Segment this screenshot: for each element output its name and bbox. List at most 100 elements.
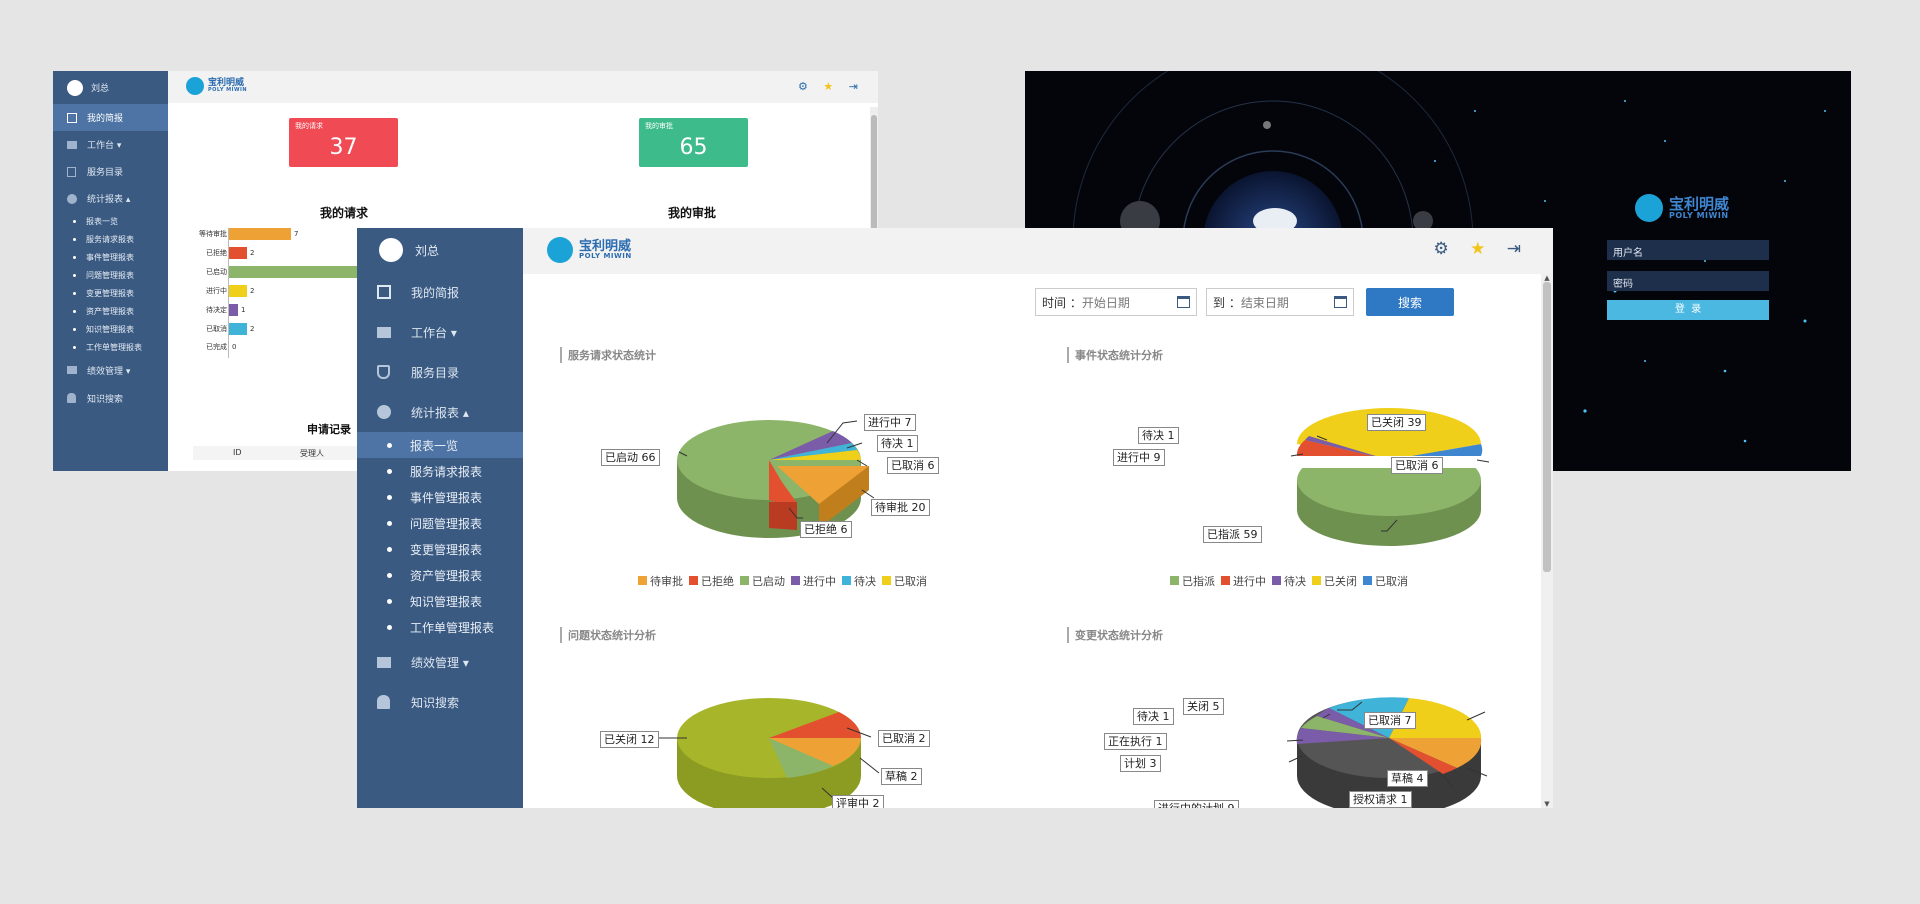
legend-item[interactable]: 进行中 <box>791 573 836 589</box>
bullet-icon <box>73 291 76 295</box>
legend-swatch <box>1363 576 1372 585</box>
bell-icon <box>67 393 76 403</box>
legend-item[interactable]: 进行中 <box>1221 573 1266 589</box>
pie-label: 已取消 2 <box>878 730 930 747</box>
bar-label: 进行中 <box>206 287 227 295</box>
bullet-icon <box>73 255 76 259</box>
bullet-icon <box>73 327 76 331</box>
legend-label: 进行中 <box>1233 575 1266 588</box>
bg-submenu-label: 报表一览 <box>86 216 118 226</box>
bg-menu-stats[interactable]: 统计报表 ▴ <box>53 185 168 212</box>
legend-label: 待决 <box>1284 575 1306 588</box>
legend-label: 进行中 <box>803 575 836 588</box>
bar-value: 1 <box>241 306 246 314</box>
legend-swatch <box>638 576 647 585</box>
bg-menu-label: 工作台 ▾ <box>87 141 122 151</box>
bar-row: 已取消 2 <box>173 323 254 335</box>
bullet-icon <box>73 345 76 349</box>
card-value: 65 <box>679 135 708 160</box>
bar-label: 已拒绝 <box>206 249 227 257</box>
legend-swatch <box>1221 576 1230 585</box>
username-input[interactable]: 用户名 <box>1607 240 1769 260</box>
bg-menu-catalog[interactable]: 服务目录 <box>53 158 168 185</box>
scroll-up-arrow[interactable]: ▲ <box>1541 274 1553 282</box>
report-icon <box>67 112 77 123</box>
legend-item[interactable]: 已指派 <box>1170 573 1215 589</box>
layers-icon <box>67 366 77 374</box>
pie-label: 进行中 7 <box>864 414 916 431</box>
scroll-thumb[interactable] <box>1543 282 1551 572</box>
legend-label: 已取消 <box>894 575 927 588</box>
bar-label: 已启动 <box>206 268 227 276</box>
pie-label: 已取消 7 <box>1364 712 1416 729</box>
legend-item[interactable]: 待决 <box>842 573 876 589</box>
pie-label: 已取消 6 <box>1391 457 1443 474</box>
bg-submenu-item[interactable]: 事件管理报表 <box>53 248 168 266</box>
bg-submenu-item[interactable]: 资产管理报表 <box>53 302 168 320</box>
card-value: 37 <box>329 135 358 160</box>
bar-row: 待决定 1 <box>173 304 245 316</box>
legend-swatch <box>1312 576 1321 585</box>
bullet-icon <box>73 237 76 241</box>
legend-item[interactable]: 待审批 <box>638 573 683 589</box>
legend-item[interactable]: 已关闭 <box>1312 573 1357 589</box>
bg-submenu-item[interactable]: 报表一览 <box>53 212 168 230</box>
avatar-icon <box>67 79 83 96</box>
legend-item[interactable]: 待决 <box>1272 573 1306 589</box>
pie-label: 已启动 66 <box>601 449 660 466</box>
bar-label: 等待审批 <box>199 230 227 238</box>
column-header: ID <box>233 448 242 457</box>
legend-item[interactable]: 已启动 <box>740 573 785 589</box>
bg-menu-label: 服务目录 <box>87 168 124 178</box>
bg-menu-knowledge[interactable]: 知识搜索 <box>53 384 168 412</box>
bg-menu-performance[interactable]: 绩效管理 ▾ <box>53 356 168 384</box>
bar-row: 进行中 2 <box>173 285 254 297</box>
bullet-icon <box>73 273 76 277</box>
pie-label: 已指派 59 <box>1203 526 1262 543</box>
bg-sidebar: 刘总 我的简报 工作台 ▾ 服务目录 统计报表 ▴ 报表一览 服务请求报表 事件… <box>53 71 168 471</box>
legend-label: 已指派 <box>1182 575 1215 588</box>
bg-menu-workbench[interactable]: 工作台 ▾ <box>53 131 168 158</box>
login-button[interactable]: 登 录 <box>1607 300 1769 320</box>
bg-user-name: 刘总 <box>91 84 110 94</box>
pie-problems <box>677 698 862 808</box>
legend-label: 待审批 <box>650 575 683 588</box>
bg-menu-label: 统计报表 ▴ <box>87 195 131 205</box>
pie-label: 已关闭 39 <box>1367 414 1426 431</box>
my-approvals-title: 我的审批 <box>668 206 717 220</box>
bar <box>229 247 247 259</box>
bg-submenu-item[interactable]: 知识管理报表 <box>53 320 168 338</box>
card-my-approvals[interactable]: 我的审批 65 <box>639 118 748 167</box>
star-icon[interactable]: ★ <box>823 80 833 93</box>
bg-submenu-item[interactable]: 问题管理报表 <box>53 266 168 284</box>
logout-icon[interactable]: ⇥ <box>849 80 858 93</box>
legend-incidents: 已指派 进行中 待决 已关闭 已取消 <box>1170 573 1408 589</box>
bg-submenu-label: 变更管理报表 <box>86 288 134 298</box>
main-report-window: 刘总 我的简报 工作台 ▾ 服务目录 统计报表 ▴ 报表一览 服务请求报表 事件… <box>357 228 1553 808</box>
legend-swatch <box>882 576 891 585</box>
bg-topbar: 宝利明威 POLY MIWIN ⚙ ★ ⇥ <box>168 71 878 103</box>
bg-submenu-item[interactable]: 服务请求报表 <box>53 230 168 248</box>
bar-value: 2 <box>250 325 255 333</box>
bg-submenu-item[interactable]: 工作单管理报表 <box>53 338 168 356</box>
legend-item[interactable]: 已拒绝 <box>689 573 734 589</box>
legend-swatch <box>740 576 749 585</box>
bg-submenu-item[interactable]: 变更管理报表 <box>53 284 168 302</box>
bg-menu-briefing[interactable]: 我的简报 <box>53 104 168 131</box>
legend-label: 已启动 <box>752 575 785 588</box>
gear-icon[interactable]: ⚙ <box>798 80 808 93</box>
card-my-requests[interactable]: 我的请求 37 <box>289 118 398 167</box>
password-input[interactable]: 密码 <box>1607 271 1769 291</box>
legend-label: 已拒绝 <box>701 575 734 588</box>
layers-icon <box>67 140 77 149</box>
logo-icon <box>1635 194 1663 222</box>
pie-label: 已取消 6 <box>887 457 939 474</box>
main-scrollbar[interactable]: ▲ ▼ <box>1541 274 1553 808</box>
scroll-down-arrow[interactable]: ▼ <box>1541 800 1553 808</box>
legend-item[interactable]: 已取消 <box>1363 573 1408 589</box>
legend-item[interactable]: 已取消 <box>882 573 927 589</box>
bg-user-profile[interactable]: 刘总 <box>53 71 168 104</box>
bar-value: 0 <box>232 343 237 351</box>
bar <box>229 285 247 297</box>
pie-label: 已拒绝 6 <box>800 521 852 538</box>
